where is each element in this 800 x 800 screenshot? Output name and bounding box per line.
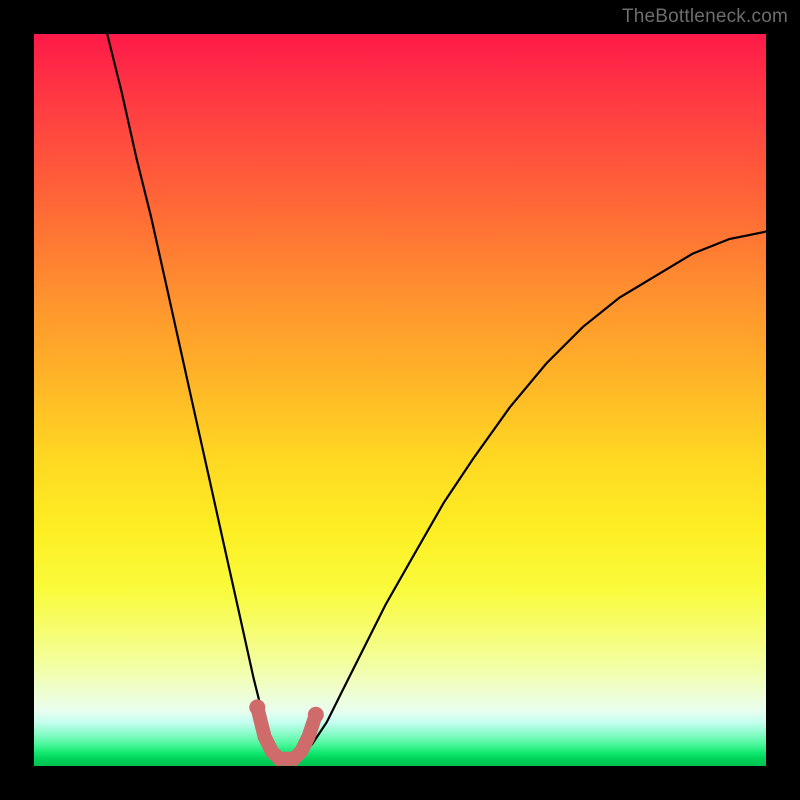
bottleneck-curve xyxy=(34,34,766,766)
curve-path xyxy=(107,34,766,759)
chart-plot-area xyxy=(34,34,766,766)
highlight-dot-left xyxy=(249,699,265,715)
chart-frame: TheBottleneck.com xyxy=(0,0,800,800)
highlight-path xyxy=(257,707,316,758)
watermark-text: TheBottleneck.com xyxy=(622,6,788,28)
highlight-dot-right xyxy=(308,707,324,723)
